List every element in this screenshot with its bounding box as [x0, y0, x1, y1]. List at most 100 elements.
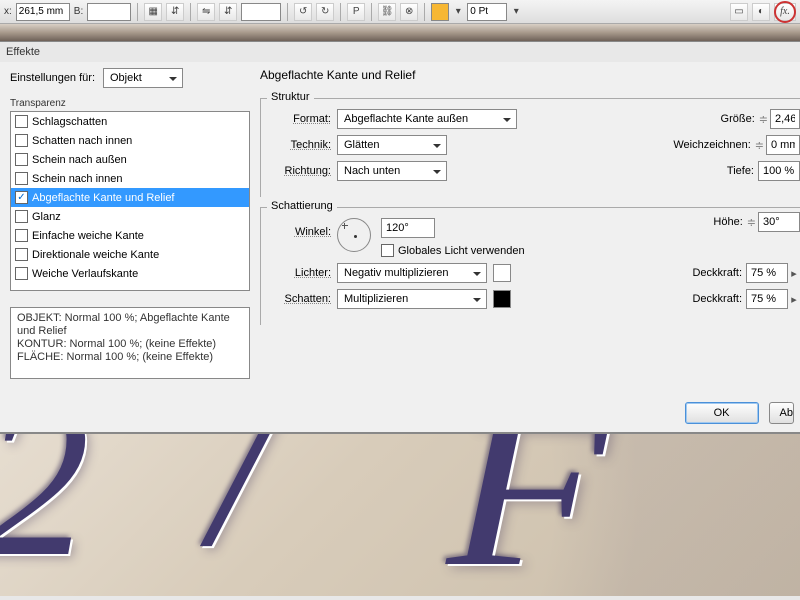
- flip-v-icon[interactable]: ⇵: [219, 3, 237, 21]
- tiefe-label: Tiefe:: [664, 165, 754, 177]
- weich-input[interactable]: [766, 135, 800, 155]
- document-preview: 2 / F: [0, 432, 800, 596]
- tiefe-input[interactable]: [758, 161, 800, 181]
- schatten-value: Multiplizieren: [344, 293, 408, 305]
- rotate-ccw-icon[interactable]: ↺: [294, 3, 312, 21]
- lichter-deck-input[interactable]: [746, 263, 788, 283]
- list-item-glanz[interactable]: Glanz: [11, 207, 249, 226]
- lichter-color-swatch[interactable]: [493, 264, 511, 282]
- preview-glyph: /: [210, 432, 271, 596]
- summary-line: KONTUR: Normal 100 %; (keine Effekte): [17, 338, 243, 351]
- opacity-icon[interactable]: ◐: [752, 3, 770, 21]
- technik-value: Glätten: [344, 139, 379, 151]
- technik-label: Technik:: [271, 139, 331, 151]
- top-toolbar: x: B: ▦ ⇵ ⇋ ⇵ ↺ ↻ P ⛓ ⊗ ▾ ▾ ▭ ◐ fx.: [0, 0, 800, 24]
- settings-for-select[interactable]: Objekt: [103, 68, 183, 88]
- schattierung-fieldset: Schattierung Winkel: Globales Licht verw…: [260, 207, 800, 325]
- schatten-color-swatch[interactable]: [493, 290, 511, 308]
- list-item-direktionale-kante[interactable]: Direktionale weiche Kante: [11, 245, 249, 264]
- link-icon[interactable]: ⛓: [378, 3, 396, 21]
- summary-line: FLÄCHE: Normal 100 %; (keine Effekte): [17, 351, 243, 364]
- cancel-button[interactable]: Ab: [769, 402, 794, 424]
- pt-dropdown-icon[interactable]: ▾: [511, 3, 521, 21]
- preview-icon[interactable]: ▭: [730, 3, 748, 21]
- checkbox-icon[interactable]: [15, 229, 28, 242]
- effects-list: Schlagschatten Schatten nach innen Schei…: [10, 111, 250, 291]
- field-2[interactable]: [241, 3, 281, 21]
- stepper-icon[interactable]: ≑: [747, 216, 756, 229]
- fill-color-swatch[interactable]: [431, 3, 449, 21]
- schattierung-legend: Schattierung: [267, 200, 337, 212]
- lichter-select[interactable]: Negativ multiplizieren: [337, 263, 487, 283]
- chevron-right-icon[interactable]: ▸: [788, 293, 800, 306]
- effects-dialog: Einstellungen für: Objekt Abgeflachte Ka…: [0, 62, 800, 432]
- list-item-schatten-innen[interactable]: Schatten nach innen: [11, 131, 249, 150]
- checkbox-icon[interactable]: ✓: [15, 191, 28, 204]
- checkbox-icon[interactable]: [15, 134, 28, 147]
- summary-box: OBJEKT: Normal 100 %; Abgeflachte Kante …: [10, 307, 250, 379]
- groesse-input[interactable]: [770, 109, 800, 129]
- format-label: Format:: [271, 113, 331, 125]
- align-icon[interactable]: ▦: [144, 3, 162, 21]
- list-item-schein-innen[interactable]: Schein nach innen: [11, 169, 249, 188]
- lichter-value: Negativ multiplizieren: [344, 267, 449, 279]
- richtung-value: Nach unten: [344, 165, 400, 177]
- break-link-icon[interactable]: ⊗: [400, 3, 418, 21]
- list-item-label: Schlagschatten: [32, 116, 107, 128]
- settings-for-label: Einstellungen für:: [10, 72, 95, 84]
- stepper-icon[interactable]: ≑: [755, 139, 764, 152]
- distribute-icon[interactable]: ⇵: [166, 3, 184, 21]
- technik-select[interactable]: Glätten: [337, 135, 447, 155]
- global-light-checkbox[interactable]: [381, 244, 394, 257]
- groesse-label: Größe:: [665, 113, 755, 125]
- winkel-input[interactable]: [381, 218, 435, 238]
- checkbox-icon[interactable]: [15, 210, 28, 223]
- pt-field[interactable]: [467, 3, 507, 21]
- schatten-label: Schatten:: [271, 293, 331, 305]
- format-select[interactable]: Abgeflachte Kante außen: [337, 109, 517, 129]
- checkbox-icon[interactable]: [15, 172, 28, 185]
- effect-heading: Abgeflachte Kante und Relief: [260, 68, 415, 82]
- paragraph-icon[interactable]: P: [347, 3, 365, 21]
- stepper-icon[interactable]: ≑: [759, 113, 768, 126]
- schatten-select[interactable]: Multiplizieren: [337, 289, 487, 309]
- list-item-einfache-kante[interactable]: Einfache weiche Kante: [11, 226, 249, 245]
- checkbox-icon[interactable]: [15, 248, 28, 261]
- hoehe-input[interactable]: [758, 212, 800, 232]
- ok-button[interactable]: OK: [685, 402, 759, 424]
- schatten-deck-input[interactable]: [746, 289, 788, 309]
- preview-glyph: 2: [0, 432, 90, 596]
- list-item-schlagschatten[interactable]: Schlagschatten: [11, 112, 249, 131]
- rotate-cw-icon[interactable]: ↻: [316, 3, 334, 21]
- checkbox-icon[interactable]: [15, 267, 28, 280]
- angle-dial[interactable]: [337, 218, 371, 252]
- list-item-label: Abgeflachte Kante und Relief: [32, 192, 175, 204]
- lichter-label: Lichter:: [271, 267, 331, 279]
- lichter-deck-label: Deckkraft:: [672, 267, 742, 279]
- ok-label: OK: [714, 407, 730, 419]
- list-item-verlaufskante[interactable]: Weiche Verlaufskante: [11, 264, 249, 283]
- settings-for-value: Objekt: [110, 72, 142, 84]
- document-strip: [0, 24, 800, 42]
- list-item-schein-aussen[interactable]: Schein nach außen: [11, 150, 249, 169]
- weich-label: Weichzeichnen:: [661, 139, 751, 151]
- chevron-right-icon[interactable]: ▸: [788, 267, 800, 280]
- richtung-select[interactable]: Nach unten: [337, 161, 447, 181]
- color-dropdown-icon[interactable]: ▾: [453, 3, 463, 21]
- cancel-label: Ab: [780, 407, 793, 419]
- list-item-bevel[interactable]: ✓ Abgeflachte Kante und Relief: [11, 188, 249, 207]
- b-field[interactable]: [87, 3, 131, 21]
- fx-icon[interactable]: fx.: [774, 3, 796, 21]
- checkbox-icon[interactable]: [15, 153, 28, 166]
- x-label: x:: [4, 6, 12, 17]
- checkbox-icon[interactable]: [15, 115, 28, 128]
- list-item-label: Schatten nach innen: [32, 135, 132, 147]
- separator: [137, 3, 138, 21]
- flip-h-icon[interactable]: ⇋: [197, 3, 215, 21]
- list-item-label: Direktionale weiche Kante: [32, 249, 159, 261]
- struktur-legend: Struktur: [267, 91, 314, 103]
- list-item-label: Schein nach außen: [32, 154, 127, 166]
- schatten-deck-label: Deckkraft:: [672, 293, 742, 305]
- list-item-label: Glanz: [32, 211, 61, 223]
- x-field[interactable]: [16, 3, 70, 21]
